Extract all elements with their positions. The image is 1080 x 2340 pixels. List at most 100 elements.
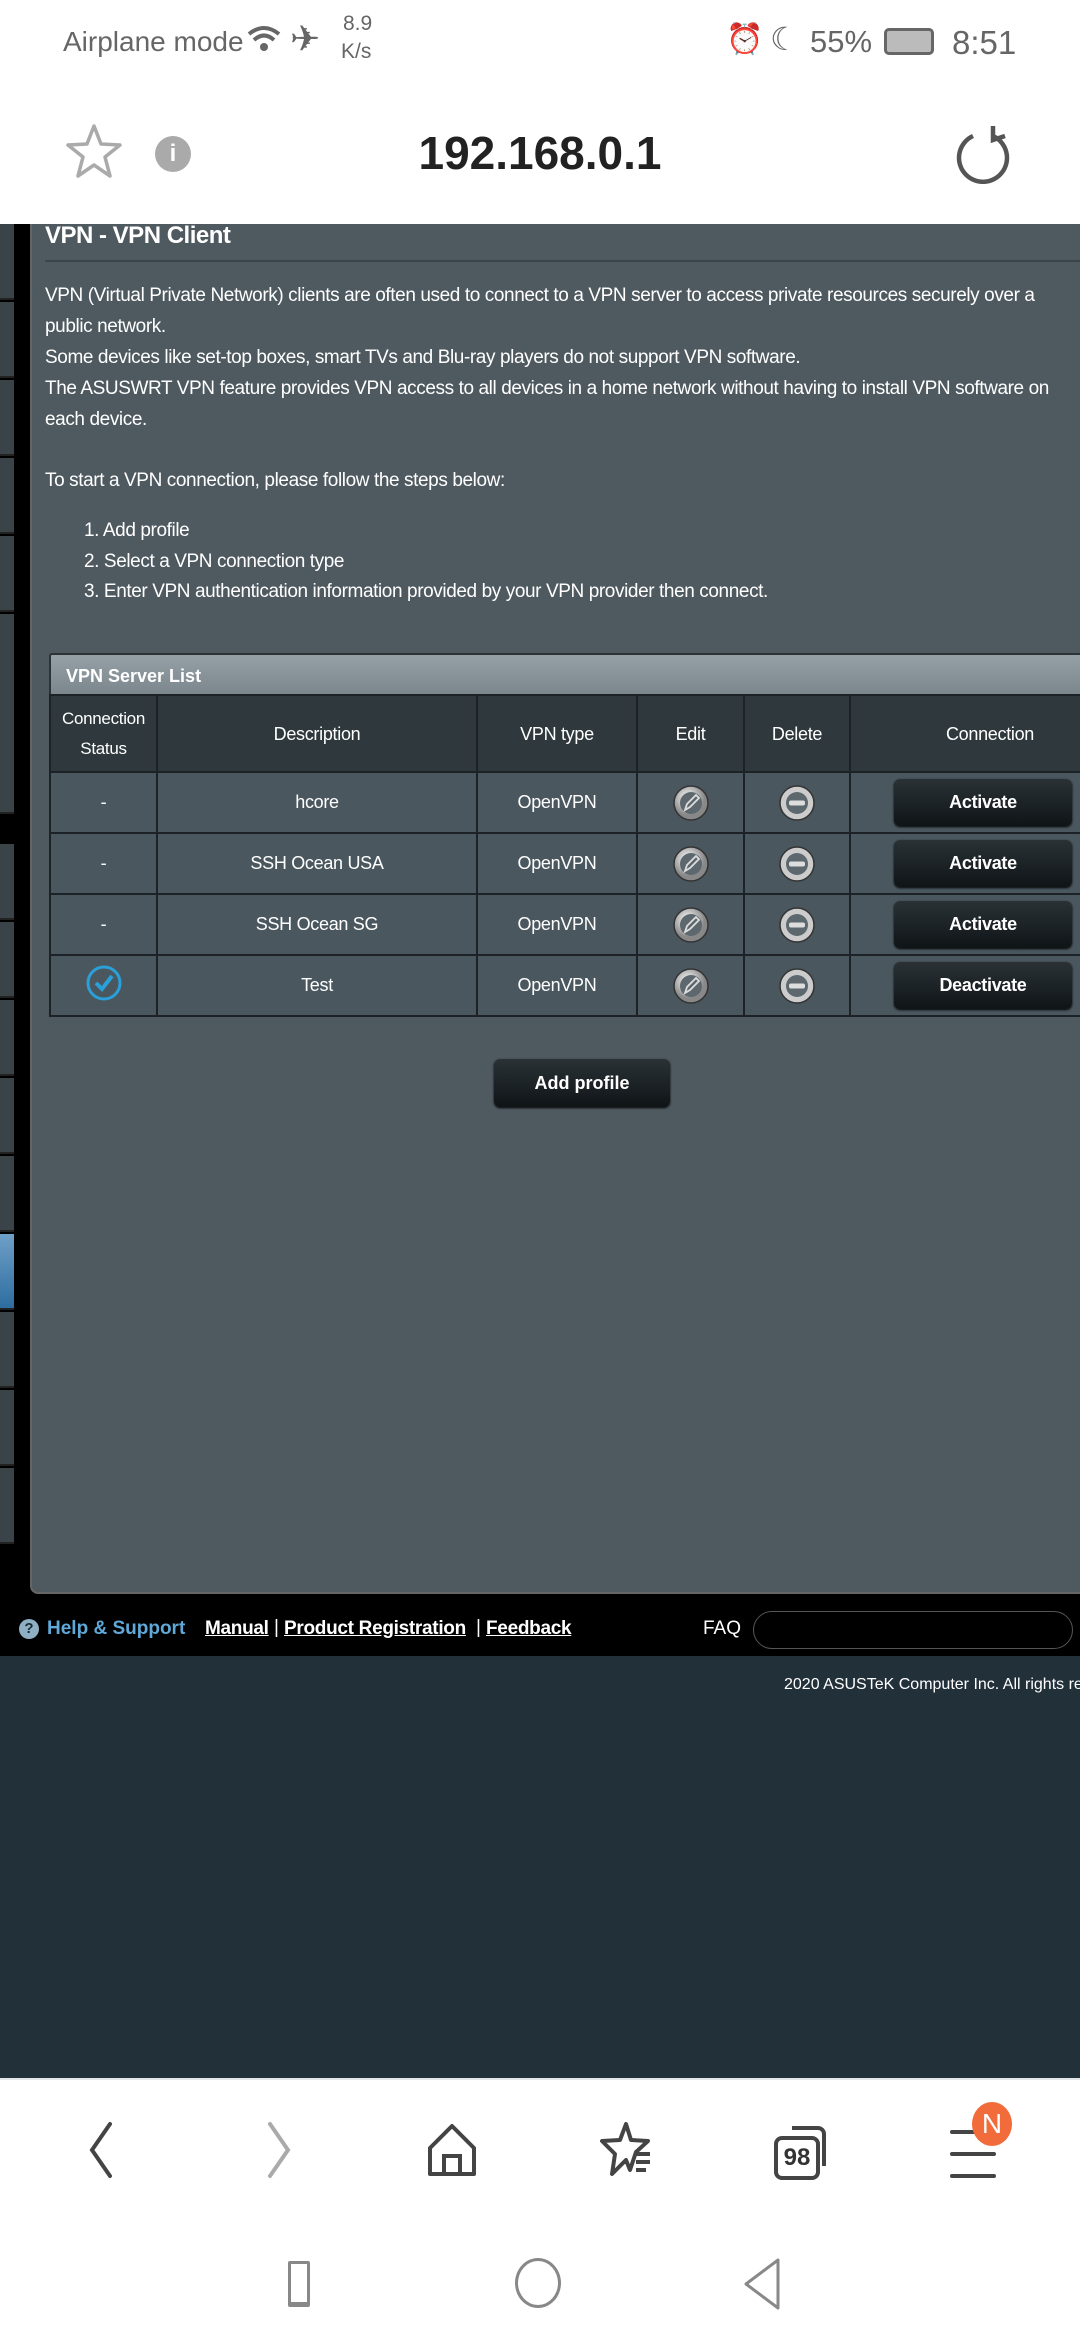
tabs-stack-decoration [792,2126,826,2166]
status-cell: - [49,893,158,956]
back-system-icon[interactable] [740,2256,784,2312]
connection-cell: Deactivate [849,954,1080,1017]
table-row: - SSH Ocean SG OpenVPN Activate [49,893,1080,956]
delete-icon[interactable] [777,844,817,884]
edit-cell [636,832,745,895]
table-row: Test OpenVPN Deactivate [49,954,1080,1017]
intro-line: Some devices like set-top boxes, smart T… [45,347,801,368]
network-speed-unit: K/s [341,40,372,63]
sidebar-item[interactable] [0,302,14,378]
header-description: Description [156,694,478,773]
intro-line: The ASUSWRT VPN feature provides VPN acc… [45,378,1049,399]
activate-button[interactable]: Activate [894,901,1072,948]
connected-check-icon [86,965,121,1001]
step-item: 2. Select a VPN connection type [84,551,345,572]
feedback-link[interactable]: Feedback [486,1618,572,1640]
menu-notification-badge: N [972,2102,1012,2146]
reload-icon[interactable] [955,122,1011,184]
url-text[interactable]: 192.168.0.1 [0,126,1080,180]
sidebar-item[interactable] [0,1468,14,1544]
edit-icon[interactable] [671,966,711,1006]
step-item: 3. Enter VPN authentication information … [84,581,768,602]
vpn-type-cell: OpenVPN [476,771,638,834]
table-row: - hcore OpenVPN Activate [49,771,1080,834]
back-icon[interactable] [80,2120,120,2180]
edit-icon[interactable] [671,905,711,945]
sidebar-item[interactable] [0,1390,14,1466]
airplane-icon: ✈ [290,18,321,59]
vpn-type-cell: OpenVPN [476,832,638,895]
description-cell: hcore [156,771,478,834]
page-title: VPN - VPN Client [45,224,231,249]
description-cell: SSH Ocean SG [156,893,478,956]
home-icon[interactable] [424,2122,480,2182]
link-separator: | [274,1617,279,1638]
delete-cell [743,771,851,834]
header-connection-status: Connection Status [49,694,158,773]
manual-link[interactable]: Manual [205,1618,269,1640]
bookmarks-icon[interactable] [596,2120,656,2180]
wifi-icon [247,26,281,51]
header-delete: Delete [743,694,851,773]
deactivate-button[interactable]: Deactivate [894,962,1072,1009]
web-page: VPN - VPN Client VPN (Virtual Private Ne… [0,224,1080,2078]
edit-icon[interactable] [671,783,711,823]
table-header-row: Connection Status Description VPN type Edit… [49,694,1080,773]
table-row: - SSH Ocean USA OpenVPN Activate [49,832,1080,895]
product-registration-link[interactable]: Product Registration [284,1618,466,1640]
header-vpn-type: VPN type [476,694,638,773]
add-profile-button[interactable]: Add profile [494,1059,670,1107]
vpn-server-list: VPN Server List Connection Status Descrip… [49,653,1080,1017]
network-status-label: Airplane mode [63,26,244,57]
copyright-text: 2020 ASUSTeK Computer Inc. All rights re… [784,1676,1080,1693]
edit-icon[interactable] [671,844,711,884]
page-bottom: 2020 ASUSTeK Computer Inc. All rights re… [0,1656,1080,2078]
sidebar-item[interactable] [0,1312,14,1388]
title-divider [45,260,1080,262]
delete-icon[interactable] [777,783,817,823]
status-cell: - [49,771,158,834]
activate-button[interactable]: Activate [894,840,1072,887]
battery-percent: 55% [810,24,873,59]
footer-bar: ? Help & Support Manual | Product Regist… [0,1603,1080,1656]
delete-cell [743,893,851,956]
intro-line: each device. [45,409,147,430]
recent-apps-icon[interactable] [288,2261,310,2307]
sidebar-item[interactable] [0,1078,14,1154]
sidebar-item[interactable] [0,224,14,300]
forward-icon[interactable] [260,2120,300,2180]
alarm-icon: ⏰ [726,23,764,56]
activate-button[interactable]: Activate [894,779,1072,826]
help-icon: ? [19,1619,39,1639]
server-list-title: VPN Server List [49,653,1080,694]
sidebar-item[interactable] [0,536,14,612]
browser-bottom-toolbar: 98 N [0,2078,1080,2340]
delete-icon[interactable] [777,905,817,945]
sidebar-item[interactable] [0,1000,14,1076]
edit-cell [636,893,745,956]
step-item: 1. Add profile [84,520,190,541]
sidebar-item[interactable] [0,458,14,534]
home-system-icon[interactable] [515,2258,561,2308]
delete-icon[interactable] [777,966,817,1006]
battery-icon [884,28,934,55]
router-sidebar-menu [0,224,30,1624]
network-speed-value: 8.9 [343,12,373,35]
vpn-type-cell: OpenVPN [476,954,638,1017]
sidebar-item[interactable] [0,380,14,456]
sidebar-item[interactable] [0,844,14,920]
sidebar-item[interactable] [0,614,14,814]
sidebar-item-active[interactable] [0,1234,14,1310]
edit-cell [636,954,745,1017]
link-separator: | [476,1617,481,1638]
sidebar-item[interactable] [0,922,14,998]
description-cell: Test [156,954,478,1017]
status-cell [49,954,158,1017]
connection-cell: Activate [849,771,1080,834]
intro-line: VPN (Virtual Private Network) clients ar… [45,285,1035,306]
sidebar-item[interactable] [0,1156,14,1232]
connection-cell: Activate [849,893,1080,956]
faq-search-input[interactable] [753,1611,1073,1649]
server-table: Connection Status Description VPN type Edit… [49,694,1080,1017]
steps-intro: To start a VPN connection, please follow… [45,470,505,491]
